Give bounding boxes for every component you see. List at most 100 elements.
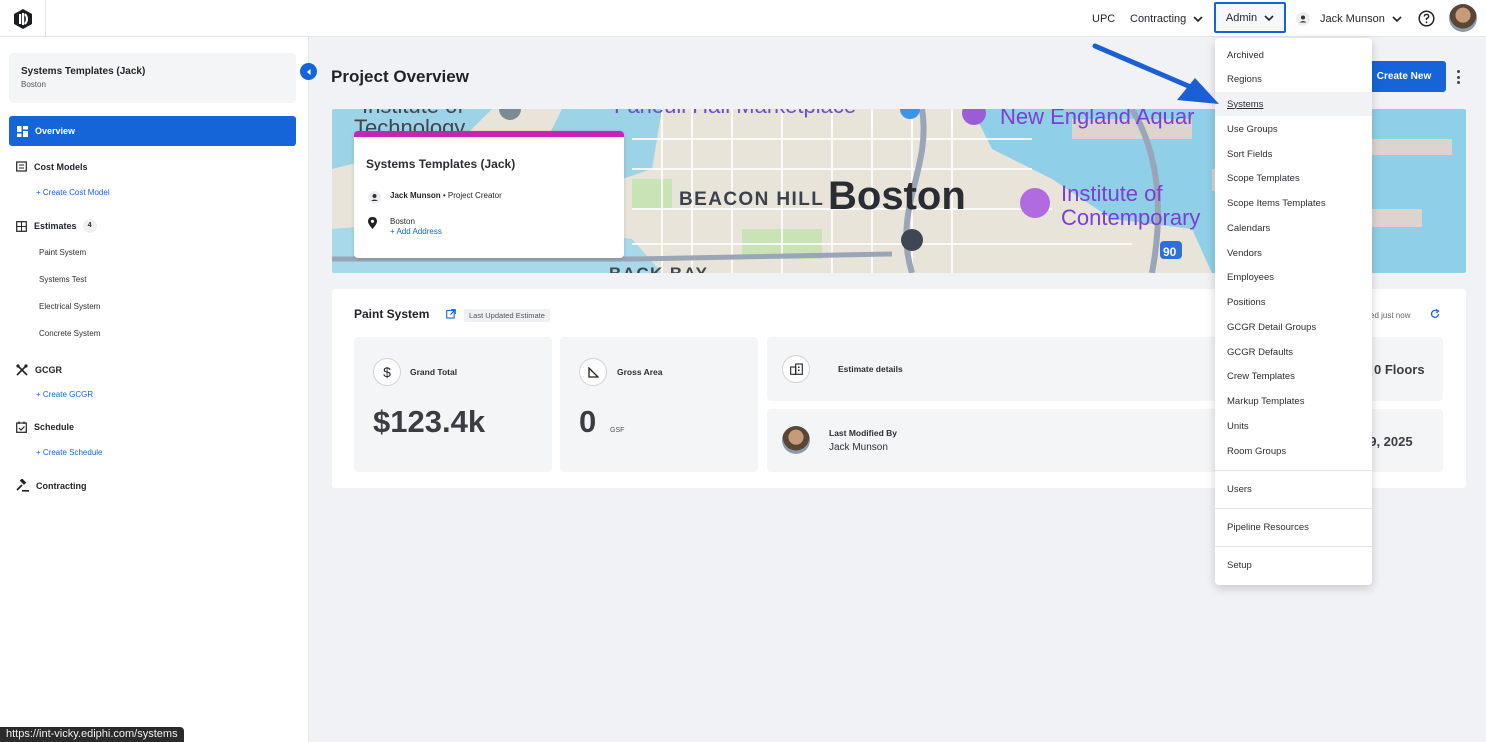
sidebar-item-cost-models[interactable]: Cost Models xyxy=(16,161,88,172)
menu-item-gcgr-defaults[interactable]: GCGR Defaults xyxy=(1215,340,1372,364)
menu-item-setup[interactable]: Setup xyxy=(1215,553,1372,577)
dashboard-icon xyxy=(17,125,28,137)
building-icon xyxy=(782,355,810,383)
menu-item-gcgr-detail-groups[interactable]: GCGR Detail Groups xyxy=(1215,315,1372,339)
user-name: Jack Munson xyxy=(1320,12,1385,25)
sidebar-item-overview[interactable]: Overview xyxy=(9,116,296,146)
sidebar-estimate-systems-test[interactable]: Systems Test xyxy=(39,275,86,284)
last-updated-tag: Last Updated Estimate xyxy=(464,309,550,322)
menu-divider xyxy=(1215,508,1372,509)
map-label-boston: Boston xyxy=(828,174,966,218)
create-schedule-link[interactable]: + Create Schedule xyxy=(36,448,103,457)
collapse-sidebar-button[interactable] xyxy=(300,63,317,80)
menu-item-pipeline-resources[interactable]: Pipeline Resources xyxy=(1215,515,1372,539)
sidebar-estimate-concrete-system[interactable]: Concrete System xyxy=(39,329,100,338)
gross-area-label: Gross Area xyxy=(617,367,663,377)
menu-item-employees[interactable]: Employees xyxy=(1215,265,1372,289)
calendar-check-icon xyxy=(16,421,27,433)
menu-item-units[interactable]: Units xyxy=(1215,414,1372,438)
project-title: Systems Templates (Jack) xyxy=(21,66,146,77)
sidebar-item-gcgr[interactable]: GCGR xyxy=(16,364,62,376)
last-modified-name: Jack Munson xyxy=(829,442,888,453)
menu-item-scope-items-templates[interactable]: Scope Items Templates xyxy=(1215,191,1372,215)
sidebar: Systems Templates (Jack) Boston Overview… xyxy=(0,37,309,742)
menu-item-positions[interactable]: Positions xyxy=(1215,290,1372,314)
modifier-avatar xyxy=(782,426,810,454)
nav-contracting[interactable]: Contracting xyxy=(1130,0,1203,37)
grand-total-label: Grand Total xyxy=(410,367,458,377)
user-avatar[interactable] xyxy=(1449,4,1477,32)
sidebar-item-label: Overview xyxy=(35,126,76,136)
menu-item-markup-templates[interactable]: Markup Templates xyxy=(1215,389,1372,413)
menu-item-crew-templates[interactable]: Crew Templates xyxy=(1215,364,1372,388)
map-card-location-text: Boston xyxy=(390,217,415,226)
create-new-label: Create New xyxy=(1376,71,1432,82)
sidebar-item-label: Cost Models xyxy=(34,161,88,172)
menu-divider xyxy=(1215,546,1372,547)
nav-upc[interactable]: UPC xyxy=(1092,0,1115,37)
add-address-link[interactable]: + Add Address xyxy=(390,227,442,236)
last-modified-label: Last Modified By xyxy=(829,428,898,438)
chevron-down-icon xyxy=(1193,15,1203,22)
map-card-location: Boston + Add Address xyxy=(368,217,442,236)
sidebar-estimate-electrical-system[interactable]: Electrical System xyxy=(39,302,100,311)
map-project-card: Systems Templates (Jack) Jack Munson • P… xyxy=(354,131,624,258)
menu-item-room-groups[interactable]: Room Groups xyxy=(1215,439,1372,463)
status-bar-url: https://int-vicky.ediphi.com/systems xyxy=(0,727,184,742)
create-gcgr-link[interactable]: + Create GCGR xyxy=(36,390,93,399)
more-options-icon[interactable] xyxy=(1456,70,1460,84)
nav-upc-label: UPC xyxy=(1092,12,1116,25)
nav-admin-label: Admin xyxy=(1225,11,1258,24)
sidebar-item-label: Contracting xyxy=(36,480,87,491)
gross-area-value: 0 xyxy=(579,404,597,439)
map-label-ica1: Institute of xyxy=(1061,181,1163,206)
menu-item-use-groups[interactable]: Use Groups xyxy=(1215,117,1372,141)
sidebar-item-schedule[interactable]: Schedule xyxy=(16,421,74,433)
sidebar-estimate-paint-system[interactable]: Paint System xyxy=(39,248,86,257)
map-card-creator: Jack Munson • Project Creator xyxy=(368,191,502,204)
map-label-ica2: Contemporary xyxy=(1061,205,1200,230)
app-logo[interactable] xyxy=(0,0,46,37)
map-label-marketplace: Faneuil Hall Marketplace xyxy=(614,109,856,118)
help-icon[interactable] xyxy=(1418,10,1435,27)
floors-value: 0 Floors xyxy=(1374,362,1425,377)
external-link-icon[interactable] xyxy=(446,309,456,319)
menu-item-archived[interactable]: Archived xyxy=(1215,43,1372,67)
sidebar-item-contracting[interactable]: Contracting xyxy=(16,479,87,492)
updated-status: ed just now xyxy=(1370,311,1411,320)
menu-item-calendars[interactable]: Calendars xyxy=(1215,216,1372,240)
nav-admin[interactable]: Admin xyxy=(1214,2,1286,33)
dollar-icon: $ xyxy=(373,358,401,386)
cost-models-icon xyxy=(16,161,27,172)
area-icon xyxy=(579,358,607,386)
sidebar-item-label: Schedule xyxy=(34,422,75,432)
create-cost-model-link[interactable]: + Create Cost Model xyxy=(36,188,110,197)
menu-item-scope-templates[interactable]: Scope Templates xyxy=(1215,166,1372,190)
location-pin-icon xyxy=(368,217,377,229)
person-icon xyxy=(1296,11,1310,26)
grand-total-value: $123.4k xyxy=(373,404,486,439)
menu-item-regions[interactable]: Regions xyxy=(1215,67,1372,91)
estimate-title[interactable]: Paint System xyxy=(354,307,429,321)
create-new-button[interactable]: Create New xyxy=(1362,61,1446,92)
tools-icon xyxy=(16,364,28,376)
project-location: Boston xyxy=(21,80,46,89)
map-label-aquarium: New England Aquar xyxy=(1000,109,1194,129)
creator-role: • Project Creator xyxy=(440,191,502,200)
menu-item-systems[interactable]: Systems xyxy=(1215,92,1372,116)
refresh-icon[interactable] xyxy=(1430,309,1440,319)
annotation-arrow-icon xyxy=(1092,43,1219,104)
map-label-route: 90 xyxy=(1163,245,1177,259)
map-card-title: Systems Templates (Jack) xyxy=(366,157,516,171)
user-menu[interactable]: Jack Munson xyxy=(1296,0,1402,37)
sidebar-item-estimates[interactable]: Estimates 4 xyxy=(16,219,97,233)
menu-item-sort-fields[interactable]: Sort Fields xyxy=(1215,142,1372,166)
sidebar-item-label: Estimates xyxy=(34,221,77,231)
menu-divider xyxy=(1215,470,1372,471)
menu-item-users[interactable]: Users xyxy=(1215,477,1372,501)
estimates-icon xyxy=(16,220,27,232)
menu-item-vendors[interactable]: Vendors xyxy=(1215,241,1372,265)
sidebar-item-label: GCGR xyxy=(35,365,62,375)
creator-name: Jack Munson xyxy=(390,191,441,200)
map-label-back-bay: BACK BAY xyxy=(609,264,708,273)
